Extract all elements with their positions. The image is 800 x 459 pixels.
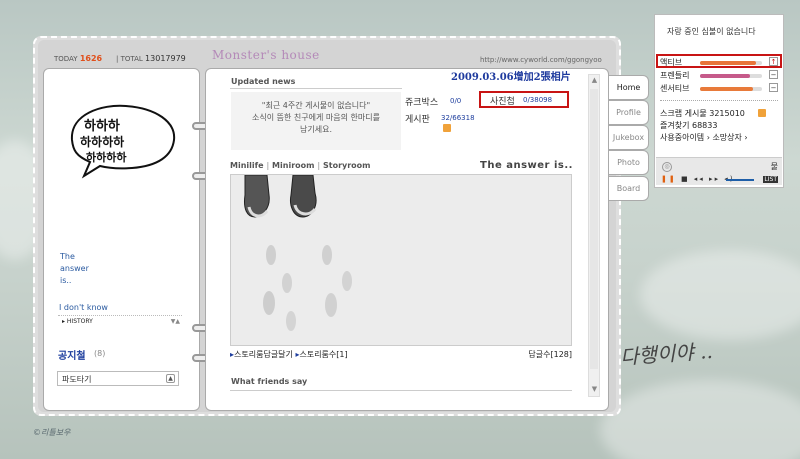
wave-select[interactable]: 파도타기 ▲ [57,371,179,386]
divider [660,100,778,101]
notice-count: (8) [94,349,106,358]
meter-label: 센서티브 [660,84,690,93]
history-arrows[interactable]: ▼▲ [171,318,180,325]
meter-minus-icon[interactable]: − [769,70,778,79]
storyroom-links: ▸스토리룸답글달기 ▸스토리룸수[1] [230,350,348,359]
tab-home[interactable]: Home [609,75,649,100]
menu-miniroom[interactable]: Miniroom [272,161,314,170]
storyroom-count-link[interactable]: 스토리룸수[1] [299,350,347,359]
site-title: Monster's house [212,48,320,62]
select-arrow-icon[interactable]: ▲ [166,374,175,383]
new-icon [443,124,451,132]
news-message: "최근 4주간 게시물이 없습니다" 소식이 뜸한 친구에게 마음의 한마디를 … [252,101,380,134]
playlist-button[interactable]: LIST [763,176,778,183]
storyroom-reply-link[interactable]: 스토리룸답글달기 [234,350,293,359]
background-cloud [600,380,800,459]
tab-profile[interactable]: Profile [609,100,649,125]
reply-count[interactable]: 답글수[128] [528,349,572,360]
new-icon [758,109,766,117]
highlight-box [479,91,569,108]
mini-menu: Minilife | Miniroom | Storyroom [230,161,371,170]
updated-news-title: Updated news [231,77,296,86]
meter-fill [700,87,753,91]
disc-icon: ◎ [662,162,672,172]
storyroom-bar: ▸스토리룸답글달기 ▸스토리룸수[1] 답글수[128] [230,349,572,361]
history-row: ▸ HISTORY ▼▲ [58,315,182,326]
total-counter: | TOTAL 13017979 [116,54,186,63]
speech-bubble-image: 하하하 하하하하 하하하하 [70,104,176,179]
answer-text: The answer is.. [60,252,89,285]
background-cloud [640,250,800,340]
meter-label: 프렌들리 [660,71,690,80]
menu-minilife[interactable]: Minilife [230,161,264,170]
meter-bar [700,87,762,91]
items-link[interactable]: 사용중아이템 › 소망상자 › [660,132,748,143]
tab-board[interactable]: Board [609,176,649,201]
divider [230,88,402,89]
svg-text:하하하하: 하하하하 [80,134,124,149]
player-controls[interactable]: ❚❚ ■ ◂◂ ▸▸ ◂) [661,175,735,183]
favorites-count: 즐겨찾기 68833 [660,121,718,130]
scroll-down-icon[interactable]: ▼ [590,385,599,395]
board-stat-label[interactable]: 게시판 [405,112,430,125]
sneakers-image [231,175,571,345]
scroll-up-icon[interactable]: ▲ [590,76,599,86]
today-counter: TODAY 1626 [54,54,103,63]
board-stat-value: 32/66318 [441,114,475,122]
svg-text:하하하: 하하하 [84,118,120,134]
music-player: ◎ 물 ❚❚ ■ ◂◂ ▸▸ ◂) LIST [656,157,782,185]
annotation-text: 2009.03.06增加2張相片 [451,72,571,83]
friends-say-title: What friends say [231,377,308,386]
meter-fill [700,74,750,78]
copyright-text: ©리틀보우 [33,428,71,437]
track-title: 물 [770,162,778,171]
svg-text:하하하하: 하하하하 [86,150,127,164]
meter-minus-icon[interactable]: − [769,83,778,92]
jukebox-stat-value: 0/0 [450,97,462,105]
profile-message: I don't know [59,303,108,312]
volume-slider[interactable] [726,179,754,181]
friendly-meter: 프렌들리 − [658,70,782,81]
handwriting-text: 다행이야 .. [619,338,714,370]
widget-message: 자랑 중인 심볼이 없습니다 [667,27,756,36]
site-url[interactable]: http://www.cyworld.com/ggongyoo [480,56,602,64]
answer-title: The answer is.. [480,160,573,171]
tab-jukebox[interactable]: Jukebox [609,125,649,150]
highlight-box [656,54,782,68]
notice-title[interactable]: 공지철 [58,347,86,362]
storyroom-image [230,174,572,346]
history-link[interactable]: ▸ HISTORY [62,318,93,325]
sensitive-meter: 센서티브 − [658,83,782,94]
meter-bar [700,74,762,78]
scroll-thumb[interactable] [590,89,598,369]
scrollbar[interactable]: ▲ ▼ [588,74,600,397]
scrap-count: 스크랩 게시물 3215010 [660,109,745,118]
tab-photo[interactable]: Photo [609,150,649,175]
divider [230,390,572,391]
jukebox-stat-label[interactable]: 쥬크박스 [405,95,438,108]
menu-storyroom[interactable]: Storyroom [323,161,371,170]
wave-select-label: 파도타기 [62,375,92,384]
